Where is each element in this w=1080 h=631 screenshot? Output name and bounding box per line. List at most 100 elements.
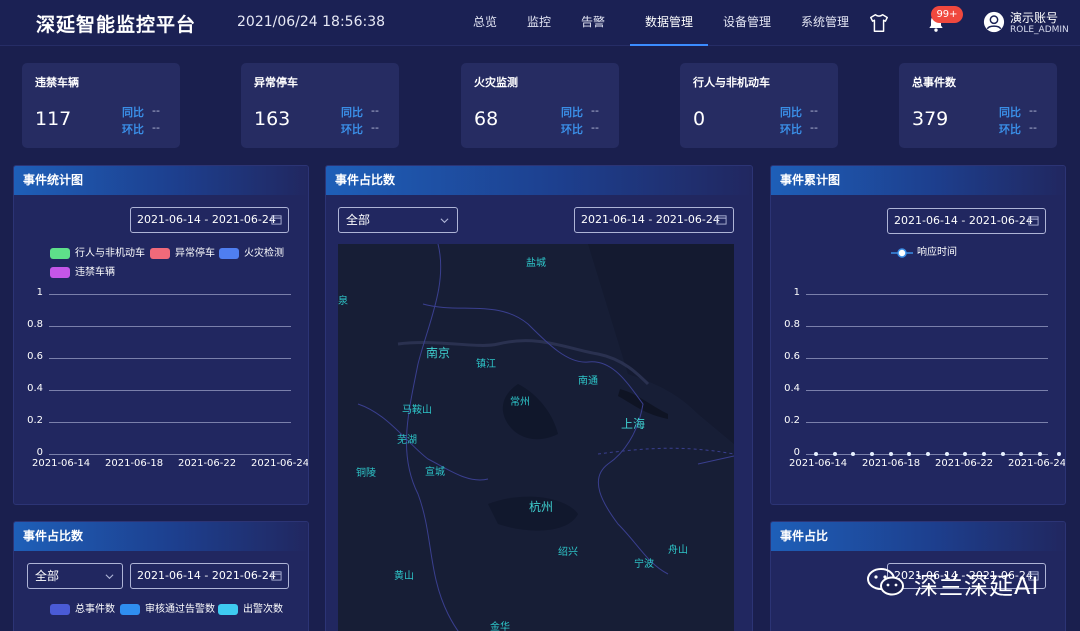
stat-mom-value: -- — [591, 121, 599, 134]
notification-badge: 99+ — [931, 6, 963, 23]
line-point[interactable] — [851, 452, 855, 456]
stat-mom-value: -- — [152, 121, 160, 134]
watermark-text: 深兰深延AI — [914, 572, 1040, 600]
event-type-select[interactable]: 全部 — [27, 563, 123, 589]
event-stats-chart: 1 0.8 0.6 0.4 0.2 0 2021-06-14 2021-06-18 2021-0… — [14, 166, 309, 504]
user-avatar-icon[interactable] — [983, 11, 1005, 33]
stat-mom-label: 环比 — [341, 123, 363, 136]
panel-event-stats: 事件统计图 2021-06-14 - 2021-06-24 行人与非机动车 异常… — [13, 165, 309, 505]
line-point[interactable] — [833, 452, 837, 456]
line-point[interactable] — [926, 452, 930, 456]
map-city-label[interactable]: 南通 — [578, 372, 598, 387]
stat-yoy-value: -- — [1029, 104, 1037, 117]
stat-yoy-label: 同比 — [999, 106, 1021, 119]
map-city-label[interactable]: 舟山 — [668, 541, 688, 556]
stat-card-fire-monitoring: 火灾监测 68 同比 -- 环比 -- — [461, 63, 619, 148]
map-city-label[interactable]: 宁波 — [634, 555, 654, 570]
map-city-label[interactable]: 镇江 — [476, 355, 496, 370]
date-range-picker[interactable]: 2021-06-14 - 2021-06-24 — [574, 207, 734, 233]
map-city-label[interactable]: 芜湖 — [397, 431, 417, 446]
map-city-label[interactable]: 铜陵 — [356, 464, 376, 479]
date-range-text: 2021-06-14 - 2021-06-24 — [137, 569, 276, 582]
map-city-label[interactable]: 盐城 — [526, 254, 546, 269]
calendar-icon — [271, 571, 282, 581]
nav-data-management[interactable]: 数据管理 — [630, 0, 708, 46]
grid-line — [49, 422, 291, 423]
date-range-text: 2021-06-14 - 2021-06-24 — [581, 213, 720, 226]
panel-event-ratio-map: 事件占比数 全部 2021-06-14 - 2021-06-24 盐城 泉 南京… — [325, 165, 753, 631]
line-point[interactable] — [982, 452, 986, 456]
y-tick-label: 1 — [793, 287, 800, 298]
nav-alarm[interactable]: 告警 — [568, 0, 618, 46]
user-name[interactable]: 演示账号 — [1010, 9, 1058, 26]
y-tick-label: 0 — [793, 447, 800, 458]
stat-mom-value: -- — [1029, 121, 1037, 134]
line-point[interactable] — [1038, 452, 1042, 456]
map-city-label[interactable]: 马鞍山 — [402, 401, 432, 416]
y-tick-label: 0.2 — [784, 415, 800, 426]
x-tick-label: 2021-06-14 — [789, 458, 848, 469]
y-tick-label: 0.8 — [27, 319, 43, 330]
line-point[interactable] — [963, 452, 967, 456]
map-city-label[interactable]: 宣城 — [425, 463, 445, 478]
select-value: 全部 — [346, 213, 371, 227]
grid-line — [806, 326, 1048, 327]
panel-title: 事件占比数 — [326, 166, 752, 195]
nav-system-management[interactable]: 系统管理 — [786, 0, 864, 46]
legend-swatch — [218, 604, 238, 615]
legend-swatch — [50, 604, 70, 615]
stat-mom-label: 环比 — [780, 123, 802, 136]
stat-card-total-events: 总事件数 379 同比 -- 环比 -- — [899, 63, 1057, 148]
date-range-picker[interactable]: 2021-06-14 - 2021-06-24 — [130, 563, 289, 589]
line-point[interactable] — [1057, 452, 1061, 456]
region-map[interactable]: 盐城 泉 南京 镇江 南通 马鞍山 常州 上海 芜湖 铜陵 宣城 杭州 舟山 绍… — [338, 244, 734, 631]
panel-event-ratio-bottom: 事件占比数 全部 2021-06-14 - 2021-06-24 总事件数 审核… — [13, 521, 309, 631]
event-type-select[interactable]: 全部 — [338, 207, 458, 233]
y-tick-label: 0 — [36, 447, 43, 458]
select-value: 全部 — [35, 569, 60, 583]
stat-value: 379 — [912, 108, 949, 130]
stat-yoy-label: 同比 — [122, 106, 144, 119]
y-tick-label: 1 — [36, 287, 43, 298]
x-tick-label: 2021-06-24 — [1008, 458, 1066, 469]
map-city-label[interactable]: 绍兴 — [558, 543, 578, 558]
map-city-label[interactable]: 南京 — [426, 344, 450, 361]
line-point[interactable] — [889, 452, 893, 456]
chevron-down-icon — [105, 574, 114, 580]
grid-line — [49, 358, 291, 359]
stat-mom-value: -- — [371, 121, 379, 134]
stat-value: 117 — [35, 108, 72, 130]
nav-device-management[interactable]: 设备管理 — [708, 0, 786, 46]
map-city-label[interactable]: 金华 — [490, 618, 510, 631]
y-tick-label: 0.6 — [27, 351, 43, 362]
skin-theme-icon[interactable] — [868, 12, 890, 34]
legend-label: 审核通过告警数 — [145, 604, 215, 615]
stat-yoy-value: -- — [152, 104, 160, 117]
user-role: ROLE_ADMIN — [1010, 25, 1069, 35]
stat-yoy-value: -- — [810, 104, 818, 117]
map-city-label[interactable]: 杭州 — [529, 498, 553, 515]
map-city-label[interactable]: 黄山 — [394, 567, 414, 582]
stat-title: 总事件数 — [912, 76, 956, 89]
map-city-label[interactable]: 泉 — [338, 292, 348, 307]
grid-line — [806, 390, 1048, 391]
grid-line — [49, 390, 291, 391]
line-point[interactable] — [814, 452, 818, 456]
stat-card-abnormal-parking: 异常停车 163 同比 -- 环比 -- — [241, 63, 399, 148]
map-city-label[interactable]: 常州 — [510, 393, 530, 408]
line-point[interactable] — [1019, 452, 1023, 456]
x-tick-label: 2021-06-24 — [251, 458, 309, 469]
panel-title: 事件占比 — [771, 522, 1065, 551]
stat-mom-label: 环比 — [561, 123, 583, 136]
nav-monitor[interactable]: 监控 — [510, 0, 568, 46]
line-point[interactable] — [1001, 452, 1005, 456]
map-city-label[interactable]: 上海 — [621, 415, 645, 432]
line-point[interactable] — [870, 452, 874, 456]
line-point[interactable] — [907, 452, 911, 456]
stat-mom-value: -- — [810, 121, 818, 134]
y-tick-label: 0.4 — [784, 383, 800, 394]
nav-overview[interactable]: 总览 — [460, 0, 510, 46]
calendar-icon — [716, 215, 727, 225]
line-point[interactable] — [945, 452, 949, 456]
y-tick-label: 0.4 — [27, 383, 43, 394]
